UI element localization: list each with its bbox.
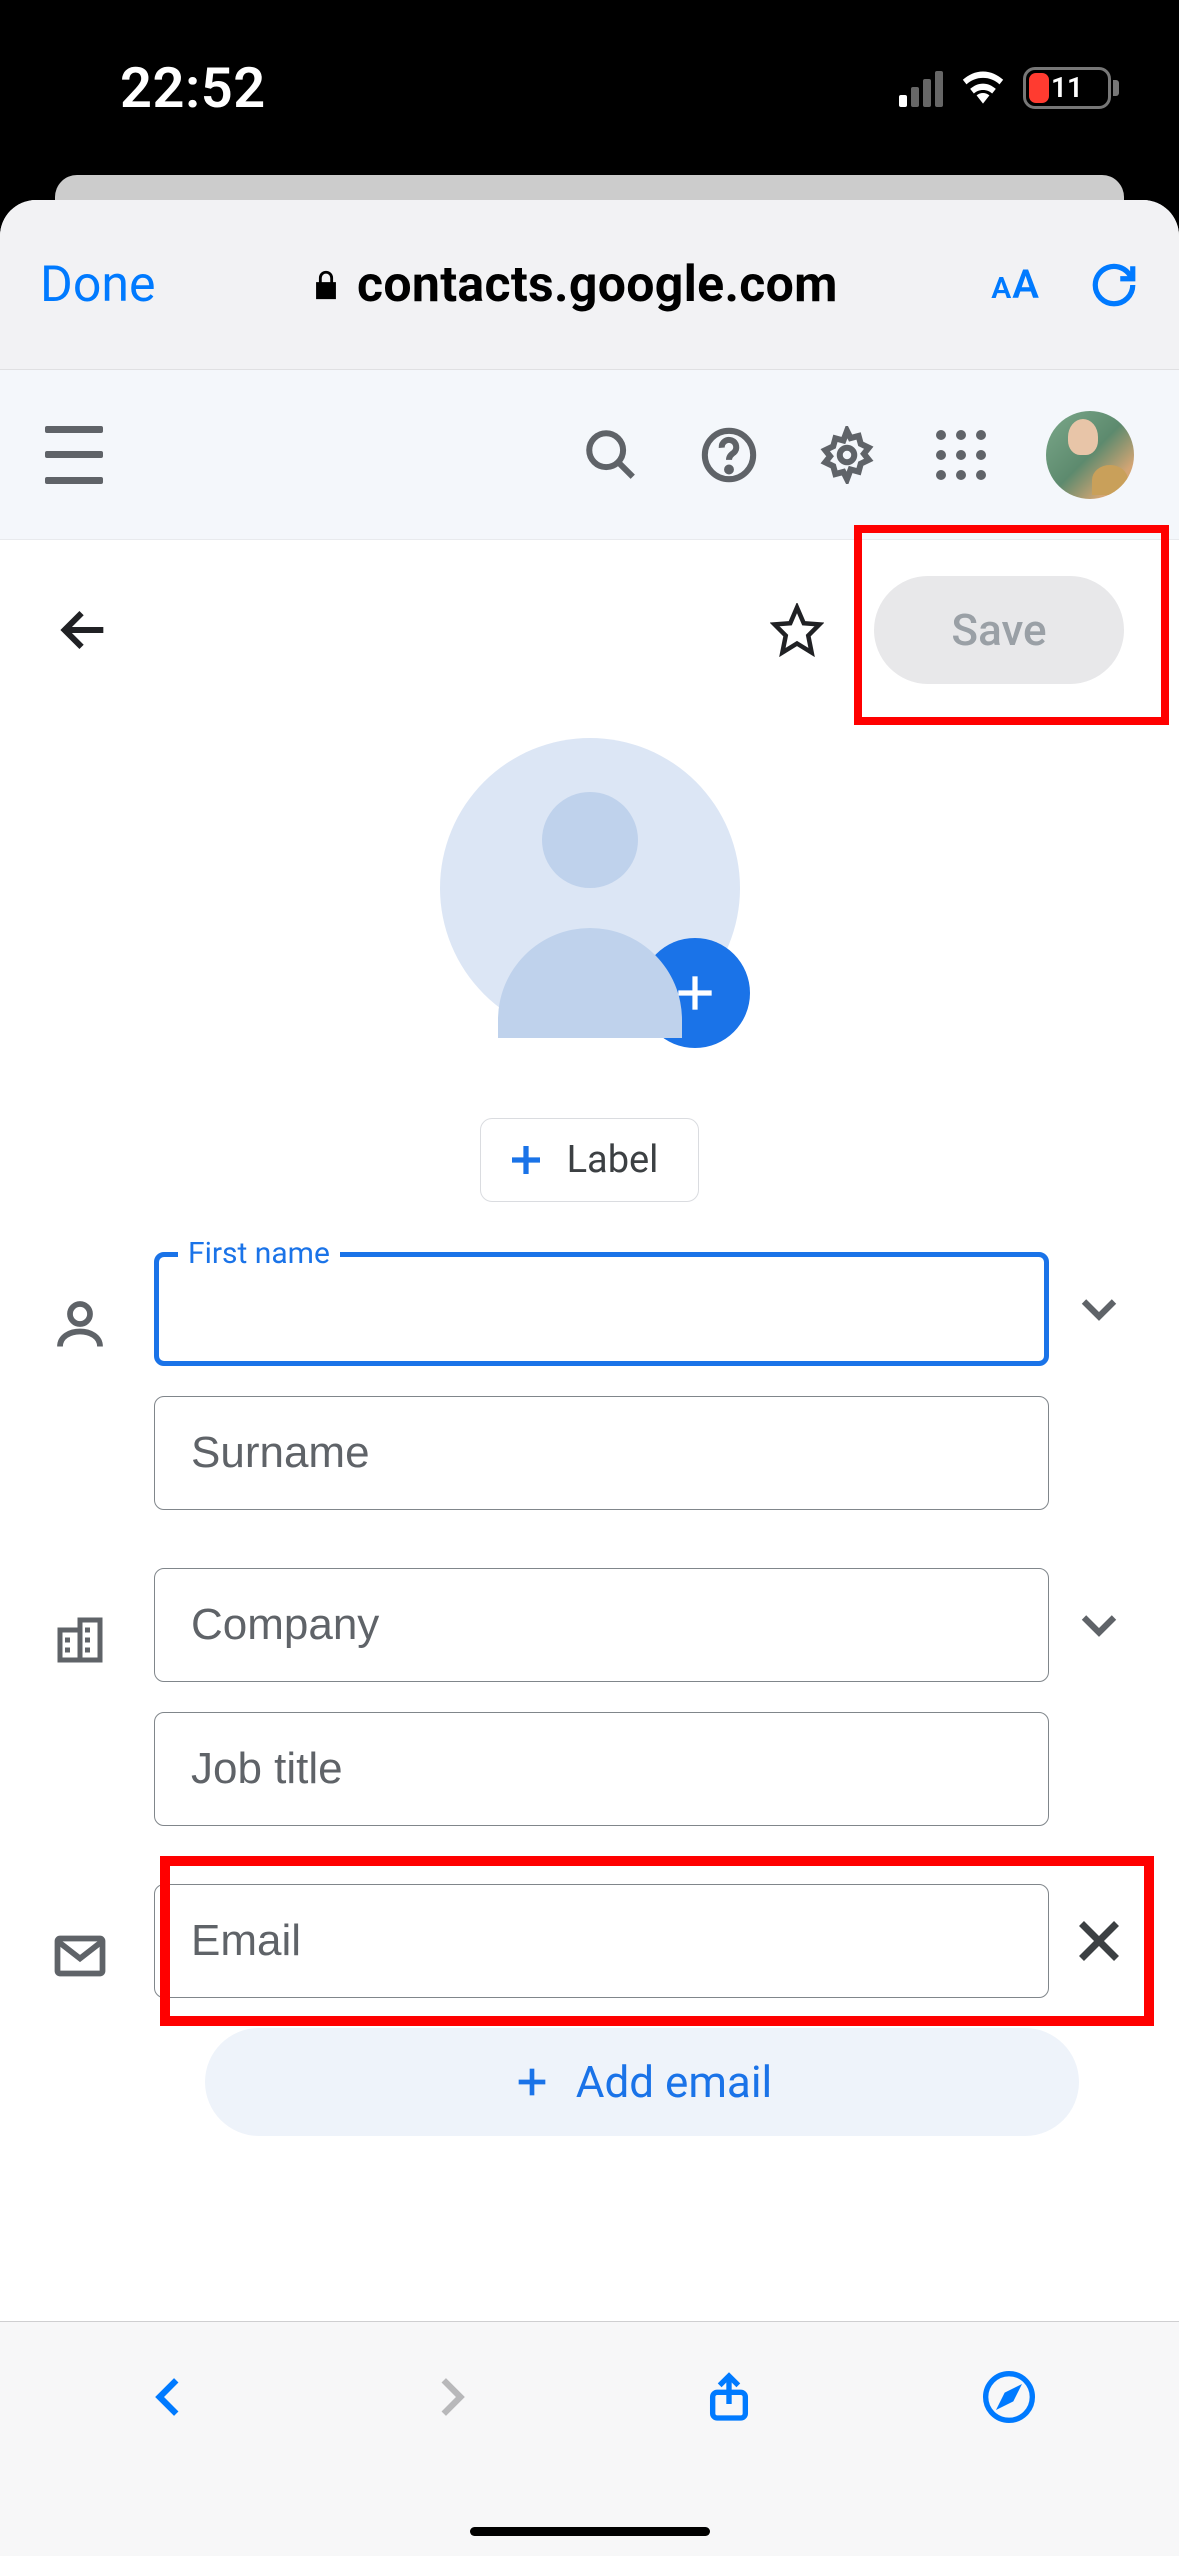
add-email-text: Add email bbox=[576, 2056, 773, 2108]
contact-photo-placeholder[interactable] bbox=[440, 738, 740, 1038]
share-icon bbox=[701, 2369, 757, 2425]
share-button[interactable] bbox=[694, 2362, 764, 2432]
add-photo-button[interactable] bbox=[640, 938, 750, 1048]
url-text: contacts.google.com bbox=[357, 256, 838, 314]
compass-icon bbox=[981, 2369, 1037, 2425]
status-time: 22:52 bbox=[120, 55, 266, 121]
chevron-down-icon bbox=[1069, 1595, 1129, 1655]
reload-icon[interactable] bbox=[1089, 260, 1139, 310]
account-avatar[interactable] bbox=[1046, 411, 1134, 499]
job-title-input[interactable] bbox=[154, 1712, 1049, 1826]
company-icon bbox=[50, 1610, 110, 1670]
search-icon[interactable] bbox=[582, 426, 640, 484]
apps-icon[interactable] bbox=[936, 430, 986, 480]
cellular-signal-icon bbox=[899, 69, 943, 107]
remove-email-button[interactable] bbox=[1069, 1911, 1129, 1971]
status-right: 11 bbox=[899, 66, 1119, 110]
safari-button[interactable] bbox=[974, 2362, 1044, 2432]
close-icon bbox=[1069, 1911, 1129, 1971]
email-icon bbox=[50, 1926, 110, 1986]
done-button[interactable]: Done bbox=[40, 256, 155, 314]
back-arrow-icon[interactable] bbox=[55, 601, 113, 659]
chevron-left-icon bbox=[145, 2372, 195, 2422]
email-input[interactable] bbox=[154, 1884, 1049, 1998]
surname-input[interactable] bbox=[154, 1396, 1049, 1510]
label-chip-text: Label bbox=[567, 1138, 659, 1182]
plus-icon bbox=[505, 1139, 547, 1181]
browser-tabbar bbox=[0, 2321, 1179, 2556]
settings-icon[interactable] bbox=[818, 426, 876, 484]
lock-icon bbox=[309, 265, 343, 305]
chevron-right-icon bbox=[425, 2372, 475, 2422]
wifi-icon bbox=[961, 66, 1005, 110]
browser-top-bar: Done contacts.google.com AA bbox=[0, 200, 1179, 370]
chevron-down-icon bbox=[1069, 1279, 1129, 1339]
plus-icon bbox=[512, 2062, 552, 2102]
menu-icon[interactable] bbox=[45, 426, 103, 484]
address-bar[interactable]: contacts.google.com bbox=[185, 256, 961, 314]
app-toolbar bbox=[0, 370, 1179, 540]
status-bar: 22:52 11 bbox=[0, 0, 1179, 175]
star-icon[interactable] bbox=[770, 603, 824, 657]
person-icon bbox=[50, 1294, 110, 1354]
company-input[interactable] bbox=[154, 1568, 1049, 1682]
first-name-label: First name bbox=[178, 1236, 340, 1271]
home-indicator bbox=[470, 2527, 710, 2536]
expand-name-fields-button[interactable] bbox=[1069, 1279, 1129, 1339]
contact-action-row: Save bbox=[0, 540, 1179, 720]
add-email-button[interactable]: Add email bbox=[205, 2028, 1079, 2136]
text-size-button[interactable]: AA bbox=[991, 261, 1039, 308]
help-icon[interactable] bbox=[700, 426, 758, 484]
browser-back-button[interactable] bbox=[135, 2362, 205, 2432]
add-label-button[interactable]: Label bbox=[480, 1118, 700, 1202]
battery-icon: 11 bbox=[1023, 67, 1119, 109]
expand-company-fields-button[interactable] bbox=[1069, 1595, 1129, 1655]
save-button[interactable]: Save bbox=[874, 576, 1124, 684]
battery-pct: 11 bbox=[1026, 71, 1108, 104]
browser-forward-button bbox=[415, 2362, 485, 2432]
